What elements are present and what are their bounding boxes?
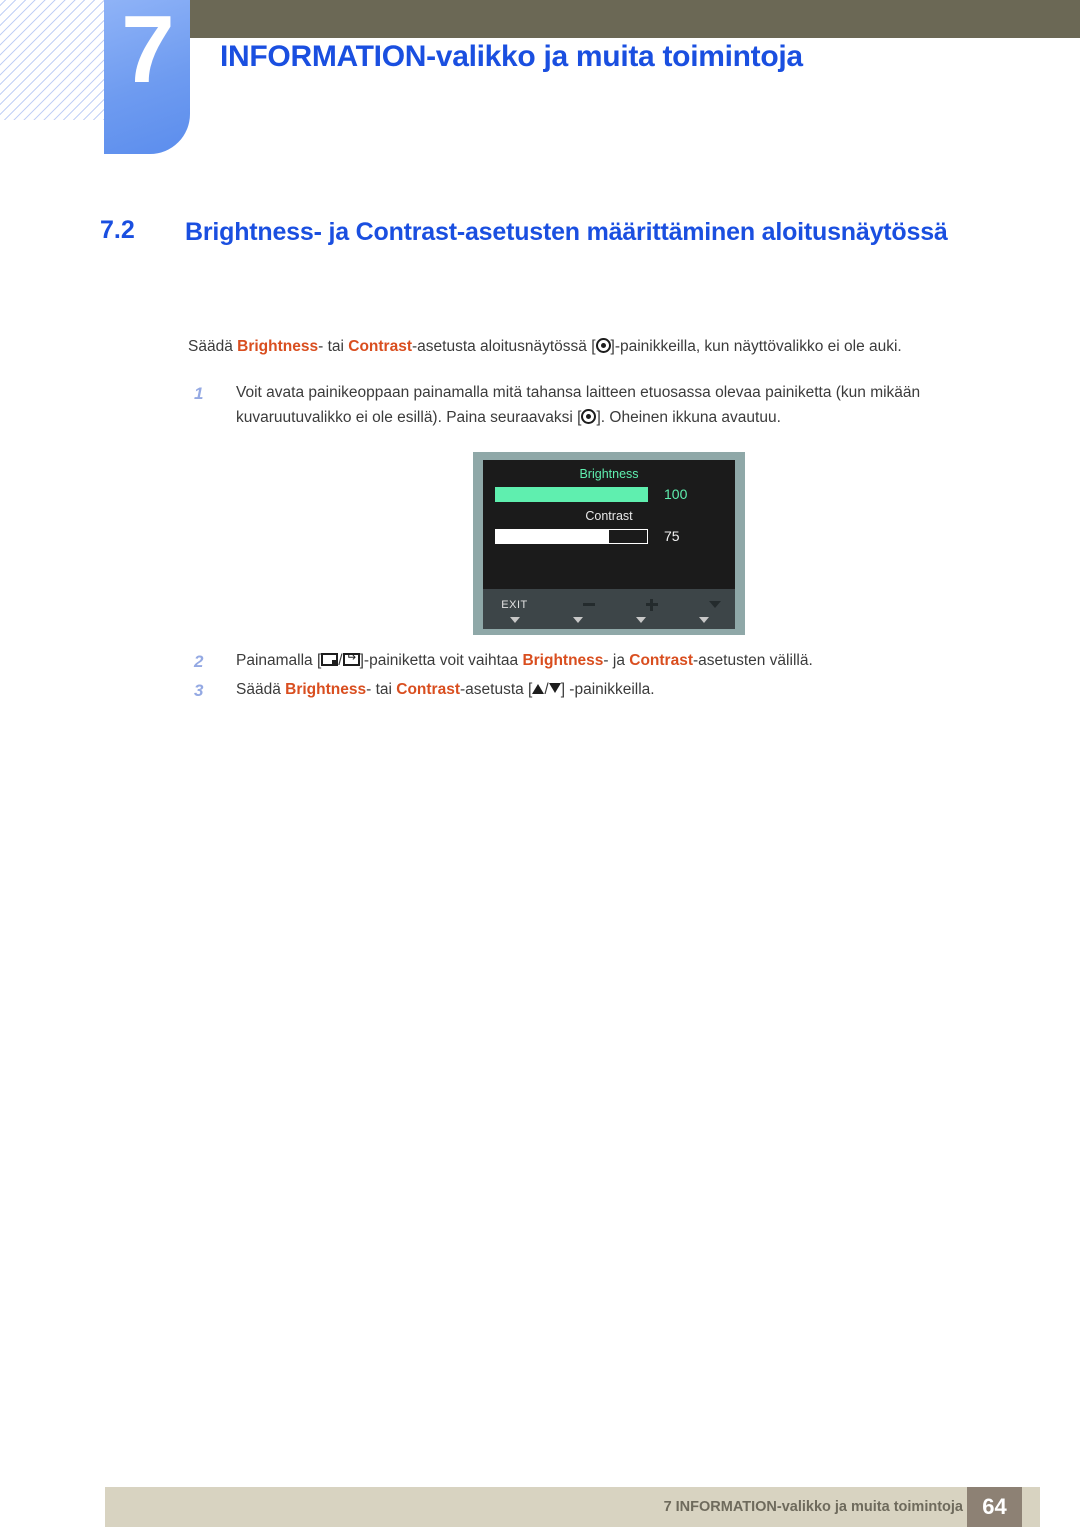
chapter-number: 7 (121, 0, 174, 103)
section-heading: 7.2 Brightness- ja Contrast-asetusten mä… (100, 216, 980, 249)
osd-contrast-label: Contrast (585, 509, 633, 523)
intro-text-4: ]-painikkeilla, kun näyttövalikko ei ole… (610, 338, 902, 355)
intro-text-2: - tai (318, 338, 349, 355)
down-triangle-icon (548, 683, 561, 694)
step-index: 1 (194, 384, 204, 403)
step-index: 2 (194, 652, 204, 671)
source-button-icon (321, 653, 339, 666)
step3-emphasis-brightness: Brightness (285, 681, 367, 699)
osd-contrast-value: 75 (664, 528, 680, 544)
osd-contrast-slider[interactable] (495, 528, 648, 544)
enter-button-icon (342, 653, 360, 666)
power-button-icon (581, 409, 597, 425)
intro-emphasis-contrast: Contrast (348, 338, 412, 355)
intro-text-1: Säädä (188, 338, 238, 355)
osd-screen: Brightness 100 Contrast 75 EXIT (483, 460, 735, 629)
step3-text-2: - tai (366, 681, 397, 699)
section-number: 7.2 (100, 216, 135, 244)
osd-key-guide: EXIT (483, 589, 735, 629)
up-triangle-icon (532, 684, 545, 695)
header-olive-bar (190, 0, 1080, 38)
step2-text-5: -asetusten välillä. (693, 652, 813, 669)
list-item: 2 Painamalla [/]-painiketta voit vaihtaa… (188, 648, 1038, 673)
decorative-hatch-pattern (0, 0, 104, 120)
osd-contrast-row: 75 (483, 528, 735, 544)
down-arrow-icon (572, 617, 583, 623)
intro-emphasis-brightness: Brightness (237, 338, 319, 355)
step2-text-4: - ja (603, 652, 630, 669)
step2-emphasis-contrast: Contrast (629, 652, 693, 669)
intro-text-3: -asetusta aloitusnäytössä [ (412, 338, 596, 355)
section-title: Brightness- ja Contrast-asetusten määrit… (185, 218, 948, 246)
down-arrow-icon (698, 617, 709, 623)
down-arrow-icon (635, 617, 646, 623)
step1-text-1: Voit avata painikeoppaan painamalla mitä… (236, 384, 921, 427)
step1-text-2: ]. Oheinen ikkuna avautuu. (596, 409, 781, 427)
step-index: 3 (194, 681, 204, 701)
step2-emphasis-brightness: Brightness (522, 652, 604, 669)
down-arrow-icon (509, 617, 520, 623)
osd-key-down[interactable] (672, 589, 735, 629)
osd-key-exit[interactable]: EXIT (483, 589, 546, 629)
step3-text-1: Säädä (236, 681, 286, 699)
step3-emphasis-contrast: Contrast (396, 681, 460, 699)
osd-key-plus[interactable] (609, 589, 672, 629)
list-item: 1 Voit avata painikeoppaan painamalla mi… (188, 380, 1038, 430)
osd-brightness-value: 100 (664, 486, 688, 502)
osd-contrast-fill (496, 529, 610, 543)
power-button-icon (595, 338, 611, 353)
steps-list-part2: 2 Painamalla [/]-painiketta voit vaihtaa… (188, 648, 1038, 706)
intro-paragraph: Säädä Brightness- tai Contrast-asetusta … (188, 335, 1033, 358)
step3-text-5: ] -painikkeilla. (560, 681, 655, 699)
step2-text-1: Painamalla [ (236, 652, 322, 669)
chapter-title: INFORMATION-valikko ja muita toimintoja (220, 40, 803, 73)
page-number: 64 (967, 1487, 1022, 1527)
footer-chapter-text: 7 INFORMATION-valikko ja muita toimintoj… (663, 1499, 963, 1515)
osd-brightness-label: Brightness (579, 467, 639, 481)
osd-key-exit-label: EXIT (501, 599, 528, 611)
osd-key-minus[interactable] (546, 589, 609, 629)
chapter-number-badge: 7 (104, 0, 190, 154)
osd-window-mock: Brightness 100 Contrast 75 EXIT (473, 452, 745, 635)
steps-list-part1: 1 Voit avata painikeoppaan painamalla mi… (188, 380, 1038, 434)
osd-brightness-slider[interactable] (495, 486, 648, 502)
step2-text-3: ]-painiketta voit vaihtaa (359, 652, 523, 669)
list-item: 3 Säädä Brightness- tai Contrast-asetust… (188, 677, 1038, 702)
page-footer: 7 INFORMATION-valikko ja muita toimintoj… (105, 1487, 1040, 1527)
osd-brightness-row: 100 (483, 486, 735, 502)
step3-text-3: -asetusta [ (460, 681, 533, 699)
